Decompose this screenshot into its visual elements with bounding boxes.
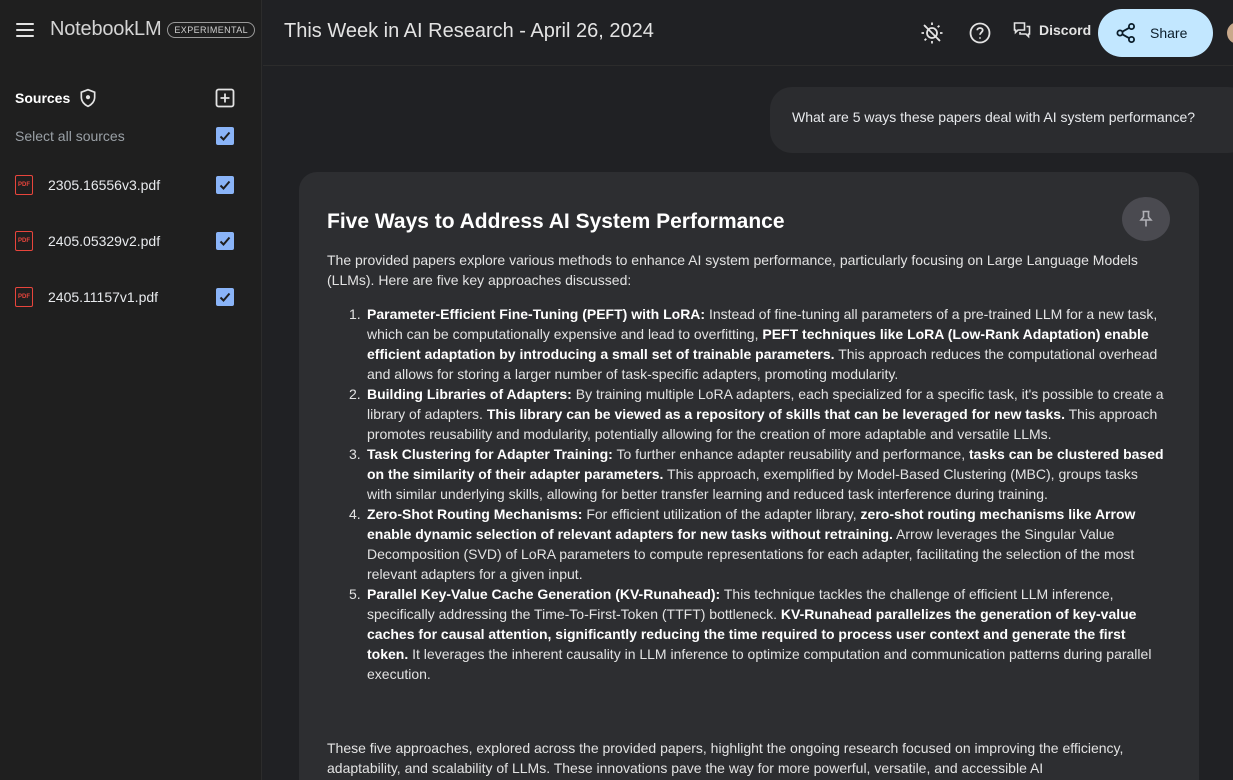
experimental-badge: EXPERIMENTAL xyxy=(167,21,256,38)
item-heading: Parameter-Efficient Fine-Tuning (PEFT) w… xyxy=(367,306,706,322)
list-number: 2. xyxy=(349,386,361,402)
share-button[interactable]: Share xyxy=(1098,9,1213,57)
answer-outro: These five approaches, explored across t… xyxy=(327,740,1124,776)
chat-bubbles-icon xyxy=(1013,21,1031,39)
source-item[interactable]: PDF 2405.11157v1.pdf xyxy=(15,285,234,309)
theme-toggle-icon[interactable] xyxy=(920,21,944,45)
pdf-icon: PDF xyxy=(15,231,33,251)
select-all-checkbox[interactable] xyxy=(216,127,234,145)
pdf-icon: PDF xyxy=(15,287,33,307)
source-item[interactable]: PDF 2405.05329v2.pdf xyxy=(15,229,234,253)
source-name: 2305.16556v3.pdf xyxy=(48,177,161,193)
shield-icon[interactable] xyxy=(78,88,98,108)
discord-button[interactable]: Discord xyxy=(1013,21,1091,39)
source-item[interactable]: PDF 2305.16556v3.pdf xyxy=(15,173,234,197)
source-name: 2405.11157v1.pdf xyxy=(48,289,159,305)
item-heading: Parallel Key-Value Cache Generation (KV-… xyxy=(367,586,721,602)
share-icon xyxy=(1115,22,1137,44)
app-name: NotebookLM xyxy=(50,18,162,40)
user-question-bubble: What are 5 ways these papers deal with A… xyxy=(770,87,1233,153)
sources-header: Sources xyxy=(15,88,235,108)
list-number: 4. xyxy=(349,506,361,522)
list-number: 5. xyxy=(349,586,361,602)
select-all-label: Select all sources xyxy=(15,128,125,144)
pin-icon xyxy=(1138,210,1154,228)
help-icon[interactable] xyxy=(968,21,992,45)
answer-intro: The provided papers explore various meth… xyxy=(327,252,1138,288)
item-text: For efficient utilization of the adapter… xyxy=(582,506,861,522)
item-text: To further enhance adapter reusability a… xyxy=(612,446,969,462)
list-number: 3. xyxy=(349,446,361,462)
list-item: 2. Building Libraries of Adapters: By tra… xyxy=(349,384,1165,444)
add-source-icon[interactable] xyxy=(215,88,235,108)
list-item: 4. Zero-Shot Routing Mechanisms: For effi… xyxy=(349,504,1165,584)
item-highlight: This library can be viewed as a reposito… xyxy=(486,406,1065,422)
pin-button[interactable] xyxy=(1122,197,1170,241)
sources-title: Sources xyxy=(15,90,71,106)
item-heading: Zero-Shot Routing Mechanisms: xyxy=(367,506,583,522)
item-text: It leverages the inherent causality in L… xyxy=(367,646,1152,682)
answer-list: 1. Parameter-Efficient Fine-Tuning (PEFT)… xyxy=(349,304,1165,684)
discord-label: Discord xyxy=(1039,22,1092,38)
source-checkbox[interactable] xyxy=(216,232,234,250)
source-name: 2405.05329v2.pdf xyxy=(48,233,161,249)
user-question-text: What are 5 ways these papers deal with A… xyxy=(792,109,1196,125)
pdf-icon: PDF xyxy=(15,175,33,195)
list-item: 1. Parameter-Efficient Fine-Tuning (PEFT)… xyxy=(349,304,1165,384)
list-number: 1. xyxy=(349,306,361,322)
select-all-row[interactable]: Select all sources xyxy=(15,127,234,145)
answer-title: Five Ways to Address AI System Performan… xyxy=(327,210,785,233)
top-bar: This Week in AI Research - April 26, 202… xyxy=(263,0,1233,66)
item-heading: Building Libraries of Adapters: xyxy=(367,386,572,402)
source-checkbox[interactable] xyxy=(216,288,234,306)
item-heading: Task Clustering for Adapter Training: xyxy=(367,446,613,462)
source-checkbox[interactable] xyxy=(216,176,234,194)
menu-icon[interactable] xyxy=(16,22,34,37)
brand-row: NotebookLM EXPERIMENTAL xyxy=(16,18,256,41)
answer-card: Five Ways to Address AI System Performan… xyxy=(299,172,1199,780)
list-item: 3. Task Clustering for Adapter Training: … xyxy=(349,444,1165,504)
share-label: Share xyxy=(1150,25,1188,41)
notebook-title[interactable]: This Week in AI Research - April 26, 202… xyxy=(284,20,654,43)
avatar[interactable] xyxy=(1227,22,1233,44)
list-item: 5. Parallel Key-Value Cache Generation (K… xyxy=(349,584,1165,684)
sidebar: NotebookLM EXPERIMENTAL Sources Select a… xyxy=(0,0,262,780)
